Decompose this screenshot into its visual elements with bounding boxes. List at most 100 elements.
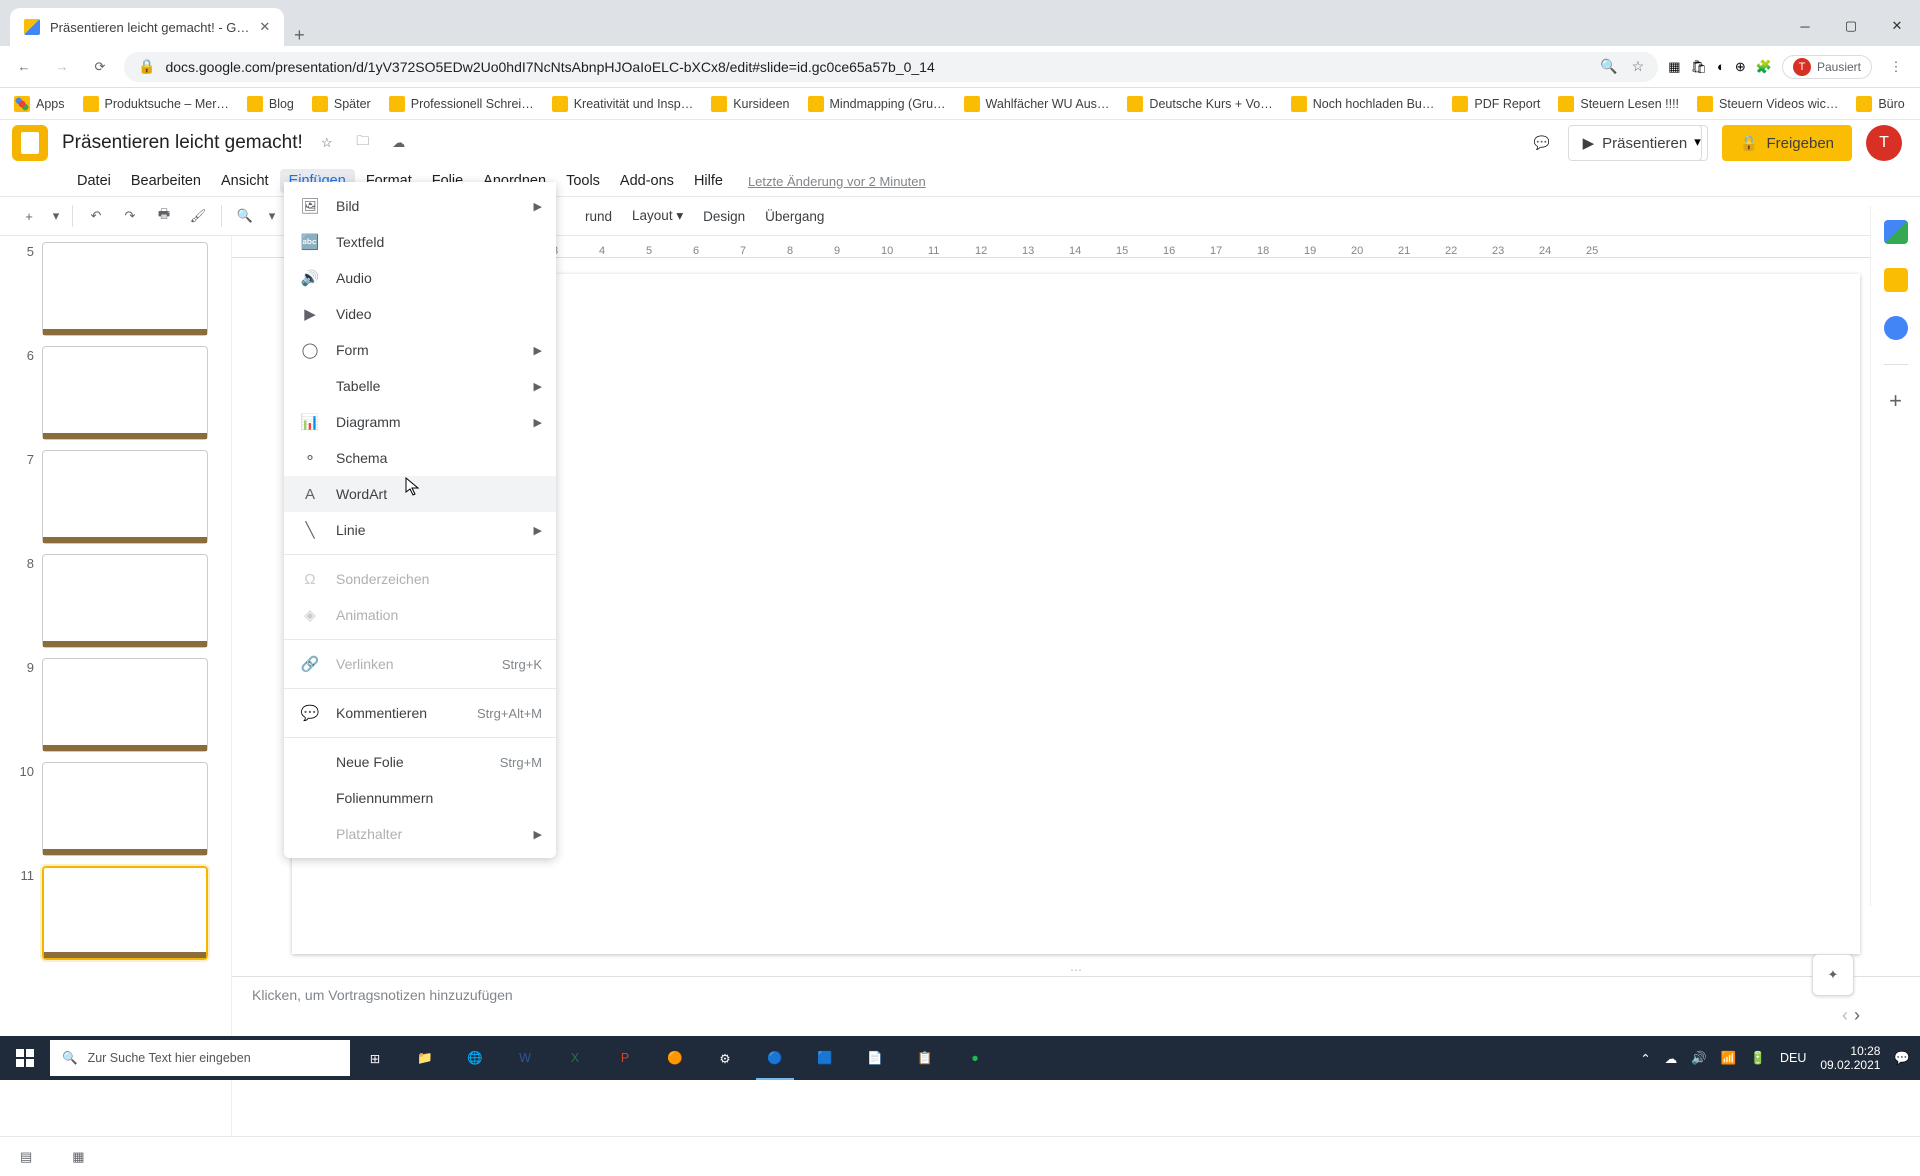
minimize-icon[interactable]: ─ xyxy=(1782,6,1828,46)
start-button[interactable] xyxy=(0,1036,50,1080)
bookmark-item[interactable]: Mindmapping (Gru… xyxy=(808,96,946,112)
redo-button[interactable]: ↷ xyxy=(115,201,145,231)
menu-item-neue-folie[interactable]: Neue FolieStrg+M xyxy=(284,744,556,780)
star-icon[interactable]: ☆ xyxy=(315,131,339,155)
slide-thumbnail[interactable] xyxy=(42,762,208,856)
menu-item-video[interactable]: ▶Video xyxy=(284,296,556,332)
notifications-icon[interactable]: 💬 xyxy=(1894,1051,1910,1066)
spotify-icon[interactable]: ● xyxy=(950,1036,1000,1080)
browser-tab[interactable]: Präsentieren leicht gemacht! - G… ✕ xyxy=(10,8,284,46)
undo-button[interactable]: ↶ xyxy=(81,201,111,231)
comments-icon[interactable]: 💬 xyxy=(1530,131,1554,155)
toolbar-background[interactable]: rund xyxy=(577,209,620,224)
bookmark-item[interactable]: Steuern Lesen !!!! xyxy=(1558,96,1679,112)
menu-add-ons[interactable]: Add-ons xyxy=(611,169,683,193)
toolbar-theme[interactable]: Design xyxy=(695,209,753,224)
extension-icon[interactable]: ▦ xyxy=(1668,59,1680,75)
present-button[interactable]: ▶ Präsentieren xyxy=(1568,125,1703,161)
app-icon[interactable]: 🟠 xyxy=(650,1036,700,1080)
extension-icon[interactable]: ⊕ xyxy=(1735,59,1746,75)
bookmark-item[interactable]: Apps xyxy=(14,96,65,112)
print-button[interactable]: 🖶 xyxy=(149,201,179,231)
menu-item-kommentieren[interactable]: 💬KommentierenStrg+Alt+M xyxy=(284,695,556,731)
toolbar-layout[interactable]: Layout ▾ xyxy=(624,208,691,224)
bookmark-item[interactable]: Produktsuche – Mer… xyxy=(83,96,229,112)
menu-item-textfeld[interactable]: 🔤Textfeld xyxy=(284,224,556,260)
volume-icon[interactable]: 🔊 xyxy=(1691,1051,1707,1066)
task-view-icon[interactable]: ⊞ xyxy=(350,1036,400,1080)
menu-item-diagramm[interactable]: 📊Diagramm▶ xyxy=(284,404,556,440)
speaker-notes[interactable]: Klicken, um Vortragsnotizen hinzuzufügen xyxy=(232,976,1920,1018)
toolbar-transition[interactable]: Übergang xyxy=(757,209,832,224)
excel-icon[interactable]: X xyxy=(550,1036,600,1080)
taskbar-clock[interactable]: 10:28 09.02.2021 xyxy=(1820,1044,1880,1072)
address-bar[interactable]: 🔒 docs.google.com/presentation/d/1yV372S… xyxy=(124,52,1658,82)
edge-icon[interactable]: 🌐 xyxy=(450,1036,500,1080)
menu-ansicht[interactable]: Ansicht xyxy=(212,169,278,193)
menu-item-audio[interactable]: 🔊Audio xyxy=(284,260,556,296)
new-slide-button[interactable]: + xyxy=(14,201,44,231)
slide-thumbnail[interactable] xyxy=(42,658,208,752)
add-addon-icon[interactable]: + xyxy=(1884,389,1908,413)
calendar-icon[interactable] xyxy=(1884,220,1908,244)
bookmark-item[interactable]: Deutsche Kurs + Vo… xyxy=(1127,96,1272,112)
slide-thumbnail[interactable] xyxy=(42,242,208,336)
explorer-icon[interactable]: 📁 xyxy=(400,1036,450,1080)
bookmark-item[interactable]: Kursideen xyxy=(711,96,789,112)
slide-thumbnail[interactable] xyxy=(42,866,208,960)
extensions-menu-icon[interactable]: 🧩 xyxy=(1756,59,1772,75)
menu-item-linie[interactable]: ╲Linie▶ xyxy=(284,512,556,548)
profile-chip[interactable]: T Pausiert xyxy=(1782,55,1872,79)
bookmark-item[interactable]: Noch hochladen Bu… xyxy=(1291,96,1435,112)
window-close-icon[interactable]: ✕ xyxy=(1874,6,1920,46)
last-edit-link[interactable]: Letzte Änderung vor 2 Minuten xyxy=(748,174,926,189)
extension-icon[interactable]: 🛍 xyxy=(1691,59,1708,75)
new-slide-dropdown[interactable]: ▾ xyxy=(48,201,64,231)
bookmark-item[interactable]: PDF Report xyxy=(1452,96,1540,112)
new-tab-button[interactable]: + xyxy=(284,25,314,46)
app-icon[interactable]: 📄 xyxy=(850,1036,900,1080)
menu-datei[interactable]: Datei xyxy=(68,169,120,193)
extension-icon[interactable]: ◐ xyxy=(1717,59,1725,74)
menu-item-schema[interactable]: ⚬Schema xyxy=(284,440,556,476)
bookmark-item[interactable]: Wahlfächer WU Aus… xyxy=(964,96,1110,112)
wifi-icon[interactable]: 📶 xyxy=(1721,1051,1737,1066)
menu-hilfe[interactable]: Hilfe xyxy=(685,169,732,193)
star-icon[interactable]: ☆ xyxy=(1632,58,1645,75)
explore-button[interactable]: ✦ xyxy=(1812,954,1854,996)
word-icon[interactable]: W xyxy=(500,1036,550,1080)
onedrive-icon[interactable]: ☁ xyxy=(1665,1051,1678,1066)
browser-menu-icon[interactable]: ⋮ xyxy=(1882,53,1910,81)
edge2-icon[interactable]: 🟦 xyxy=(800,1036,850,1080)
maximize-icon[interactable]: ▢ xyxy=(1828,6,1874,46)
slides-logo-icon[interactable] xyxy=(12,125,48,161)
chrome-icon[interactable]: 🔵 xyxy=(750,1036,800,1080)
slide-thumbnail[interactable] xyxy=(42,450,208,544)
menu-item-bild[interactable]: 🖼Bild▶ xyxy=(284,188,556,224)
battery-icon[interactable]: 🔋 xyxy=(1750,1051,1766,1066)
present-dropdown[interactable]: ▾ xyxy=(1688,125,1708,161)
reload-button[interactable]: ⟳ xyxy=(86,53,114,81)
document-title[interactable]: Präsentieren leicht gemacht! xyxy=(62,132,303,154)
tray-chevron-icon[interactable]: ⌃ xyxy=(1640,1051,1650,1066)
cloud-icon[interactable]: ☁ xyxy=(387,131,411,155)
bookmark-item[interactable]: Blog xyxy=(247,96,294,112)
bookmark-item[interactable]: Büro xyxy=(1856,96,1904,112)
grid-view-icon[interactable]: ▦ xyxy=(72,1149,84,1165)
tasks-icon[interactable] xyxy=(1884,316,1908,340)
menu-item-wordart[interactable]: AWordArt xyxy=(284,476,556,512)
prev-slide-button[interactable]: ‹ xyxy=(1842,1005,1848,1026)
bookmark-item[interactable]: Später xyxy=(312,96,371,112)
close-icon[interactable]: ✕ xyxy=(259,19,270,35)
menu-item-tabelle[interactable]: Tabelle▶ xyxy=(284,368,556,404)
bookmark-item[interactable]: Steuern Videos wic… xyxy=(1697,96,1838,112)
filmstrip-view-icon[interactable]: ▤ xyxy=(20,1149,32,1165)
zoom-dropdown[interactable]: ▾ xyxy=(264,201,280,231)
back-button[interactable]: ← xyxy=(10,53,38,81)
menu-item-form[interactable]: ◯Form▶ xyxy=(284,332,556,368)
app-icon[interactable]: ⚙ xyxy=(700,1036,750,1080)
menu-tools[interactable]: Tools xyxy=(557,169,609,193)
taskbar-search[interactable]: 🔍 Zur Suche Text hier eingeben xyxy=(50,1040,350,1076)
slide-thumbnail[interactable] xyxy=(42,554,208,648)
account-avatar[interactable]: T xyxy=(1866,125,1902,161)
